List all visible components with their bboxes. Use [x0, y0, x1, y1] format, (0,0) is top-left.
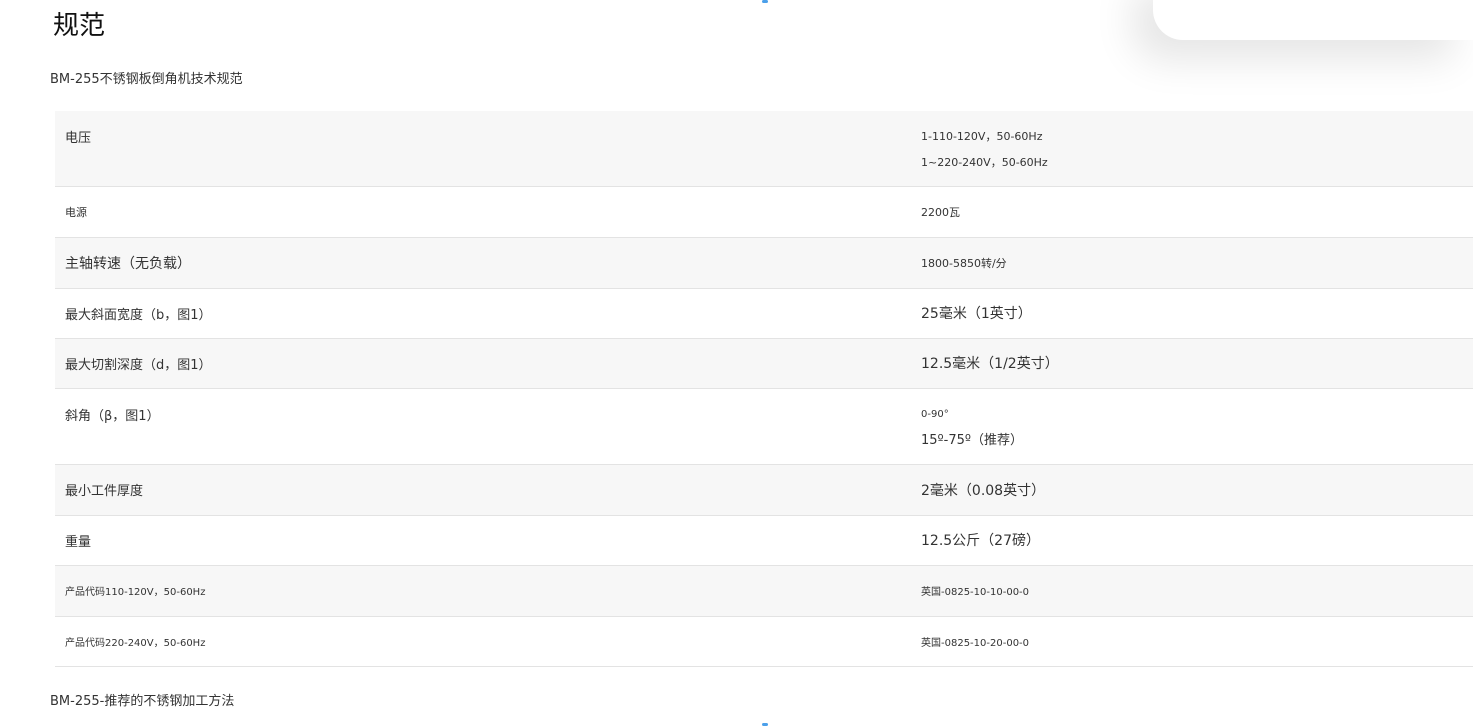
spec-value: 2毫米（0.08英寸）	[921, 482, 1046, 499]
spec-value-line: 15º-75º（推荐）	[921, 432, 1024, 448]
spec-value: 12.5公斤（27磅）	[921, 533, 1040, 549]
spec-value: 12.5毫米（1/2英寸）	[921, 356, 1059, 372]
spec-value-line: 1-110-120V，50-60Hz	[921, 130, 1043, 143]
spec-label: 重量	[65, 534, 92, 550]
floating-panel-shadow	[1153, 0, 1473, 40]
spec-label: 电压	[65, 131, 92, 146]
table-row-voltage: 电压 1-110-120V，50-60Hz 1~220-240V，50-60Hz	[55, 111, 1473, 186]
table-row-weight: 重量 12.5公斤（27磅）	[55, 515, 1473, 565]
spec-label: 产品代码110-120V，50-60Hz	[65, 587, 206, 598]
spec-table: 电压 1-110-120V，50-60Hz 1~220-240V，50-60Hz…	[55, 111, 1473, 667]
spec-value: 1-110-120V，50-60Hz 1~220-240V，50-60Hz	[921, 111, 1473, 186]
spec-value: 英国-0825-10-20-00-0	[921, 637, 1030, 649]
table-row-max-cut-depth: 最大切割深度（d，图1） 12.5毫米（1/2英寸）	[55, 338, 1473, 388]
spec-value-line: 1~220-240V，50-60Hz	[921, 156, 1048, 169]
spec-label: 产品代码220-240V，50-60Hz	[65, 637, 206, 649]
spec-value: 2200瓦	[921, 205, 960, 219]
spec-label: 主轴转速（无负载）	[65, 255, 191, 272]
table-caption: BM-255不锈钢板倒角机技术规范	[50, 72, 243, 87]
table-row-power: 电源 2200瓦	[55, 186, 1473, 237]
table-row-bevel-angle: 斜角（β，图1） 0-90° 15º-75º（推荐）	[55, 388, 1473, 464]
table-row-min-thickness: 最小工件厚度 2毫米（0.08英寸）	[55, 464, 1473, 515]
spec-value: 1800-5850转/分	[921, 256, 1007, 270]
spec-label: 最小工件厚度	[65, 484, 144, 499]
table-row-product-code-110: 产品代码110-120V，50-60Hz 英国-0825-10-10-00-0	[55, 565, 1473, 616]
table-row-product-code-220: 产品代码220-240V，50-60Hz 英国-0825-10-20-00-0	[55, 616, 1473, 666]
scroll-indicator-top	[762, 0, 768, 3]
next-section-caption: BM-255-推荐的不锈钢加工方法	[50, 694, 235, 709]
table-row-max-bevel-width: 最大斜面宽度（b，图1） 25毫米（1英寸）	[55, 288, 1473, 338]
page-title: 规范	[53, 11, 106, 41]
spec-value: 0-90° 15º-75º（推荐）	[921, 388, 1473, 464]
spec-label: 电源	[65, 205, 87, 219]
table-row-spindle-speed: 主轴转速（无负载） 1800-5850转/分	[55, 237, 1473, 288]
spec-label: 最大切割深度（d，图1）	[65, 357, 212, 373]
spec-value-line: 0-90°	[921, 408, 949, 420]
spec-label: 斜角（β，图1）	[65, 408, 160, 424]
spec-label: 最大斜面宽度（b，图1）	[65, 307, 212, 323]
spec-page: 规范 BM-255不锈钢板倒角机技术规范 电压 1-110-120V，50-60…	[0, 0, 1473, 726]
spec-value: 25毫米（1英寸）	[921, 306, 1032, 322]
spec-value: 英国-0825-10-10-00-0	[921, 587, 1030, 598]
